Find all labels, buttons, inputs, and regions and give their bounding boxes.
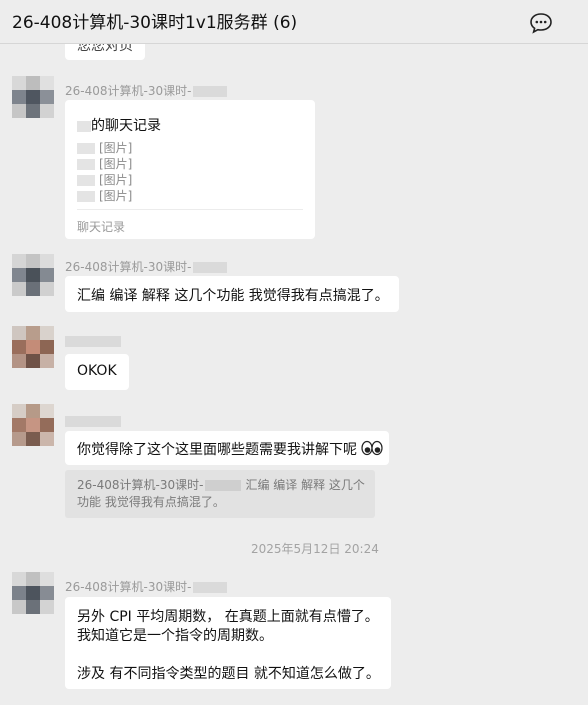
sender-name [65, 414, 121, 428]
chat-header: 26-408计算机-30课时1v1服务群 (6) [0, 0, 588, 44]
avatar[interactable] [12, 326, 54, 368]
message-bubble[interactable]: OKOK [65, 354, 129, 390]
card-line: [图片] [77, 171, 132, 188]
partial-message-bubble: 您您对页 [65, 44, 145, 60]
message-bubble[interactable]: 汇编 编译 解释 这几个功能 我觉得我有点搞混了。 [65, 276, 399, 312]
eyes-emoji-icon [361, 440, 384, 460]
card-footer: 聊天记录 [77, 220, 126, 234]
message-bubble[interactable]: 另外 CPI 平均周期数， 在真题上面就有点懵了。 我知道它是一个指令的周期数。… [65, 597, 391, 689]
chat-title: 26-408计算机-30课时1v1服务群 (6) [12, 13, 298, 33]
message-bubble[interactable]: 你觉得除了这个这里面哪些题需要我讲解下呢 [65, 431, 389, 465]
sender-name: 26-408计算机-30课时- [65, 258, 228, 275]
quoted-message[interactable]: 26-408计算机-30课时- 汇编 编译 解释 这几个 功能 我觉得我有点搞混了… [65, 470, 375, 518]
chat-history-card[interactable]: 的聊天记录 [图片] [图片] [图片] [图片] 聊天记录 [65, 100, 315, 239]
card-title: 的聊天记录 [77, 115, 161, 135]
card-line: [图片] [77, 139, 132, 156]
card-divider [77, 209, 303, 210]
sender-name: 26-408计算机-30课时- [65, 578, 228, 595]
card-line: [图片] [77, 187, 132, 204]
avatar[interactable] [12, 404, 54, 446]
sender-name [65, 334, 121, 348]
avatar[interactable] [12, 572, 54, 614]
sender-name: 26-408计算机-30课时- [65, 82, 228, 99]
timestamp: 2025年5月12日 20:24 [251, 542, 379, 556]
avatar[interactable] [12, 254, 54, 296]
avatar[interactable] [12, 76, 54, 118]
card-line: [图片] [77, 155, 132, 172]
chat-bubble-icon[interactable] [529, 12, 553, 34]
